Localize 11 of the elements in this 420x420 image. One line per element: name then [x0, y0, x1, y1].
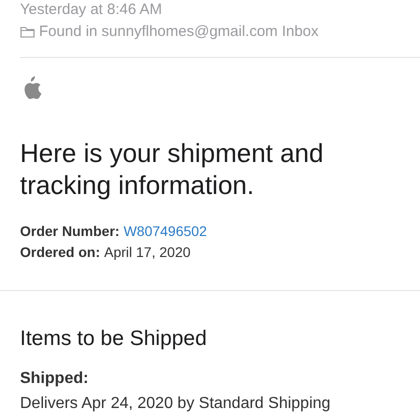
detail-label: Order Number:	[20, 223, 120, 239]
email-heading: Here is your shipment and tracking information.	[20, 137, 324, 201]
date-text: Yesterday at 8:46 AM	[20, 0, 164, 20]
delivery-text: Delivers Apr 24, 2020 by Standard Shipping	[20, 394, 332, 414]
mailbox-location: Found in sunnyflhomes@gmail.com Inbox	[39, 22, 319, 42]
status-label: Shipped:	[20, 369, 90, 389]
order-number-link[interactable]: W807496502	[124, 223, 207, 239]
detail-label: Ordered on:	[20, 244, 100, 260]
folder-icon	[20, 26, 35, 38]
detail-value: April 17, 2020	[104, 244, 191, 260]
section-title: Items to be Shipped	[20, 326, 208, 352]
